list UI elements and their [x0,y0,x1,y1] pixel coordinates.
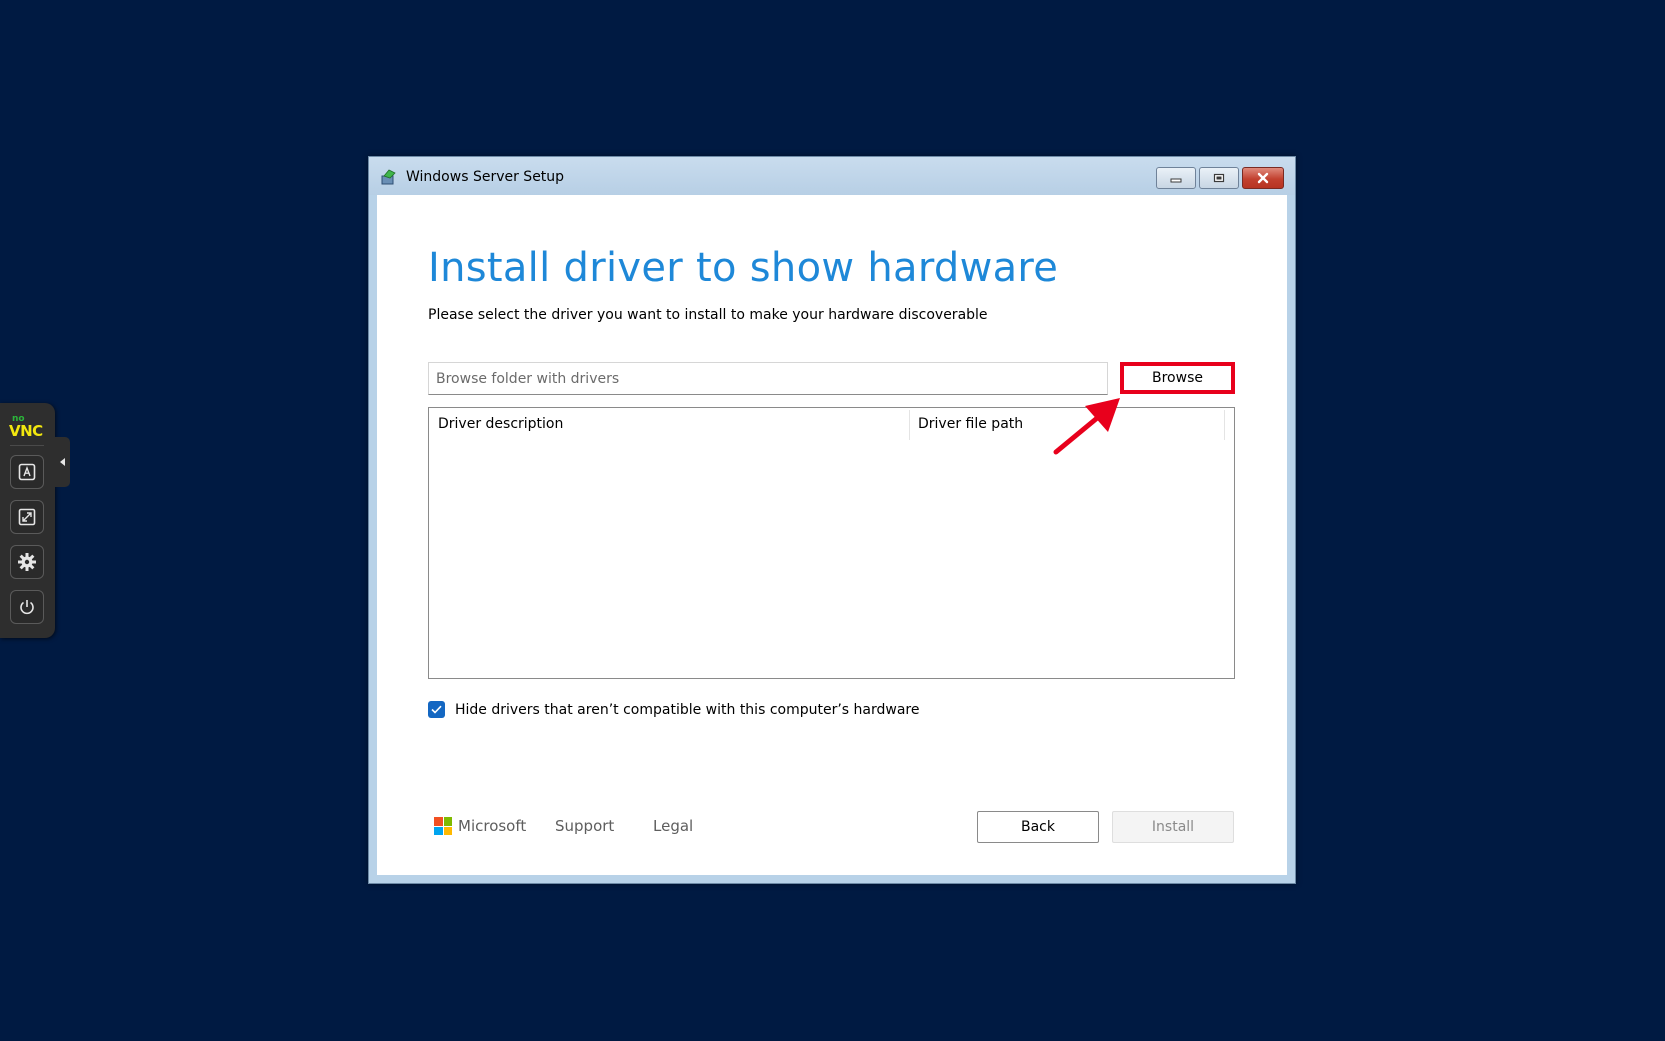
setup-content: Install driver to show hardware Please s… [377,195,1287,875]
keyboard-button[interactable] [10,455,44,489]
install-button[interactable]: Install [1112,811,1234,843]
setup-window: Windows Server Setup Install driver to s… [368,156,1296,884]
microsoft-text: Microsoft [458,817,527,835]
browse-button[interactable]: Browse [1120,362,1235,394]
column-divider[interactable] [1224,410,1225,440]
column-header-driver-description[interactable]: Driver description [438,408,908,440]
support-link[interactable]: Support [555,817,614,835]
microsoft-logo-icon [434,817,452,835]
close-icon [1257,172,1269,184]
minimize-button[interactable] [1156,167,1196,189]
window-title: Windows Server Setup [406,169,565,185]
maximize-button[interactable] [1199,167,1239,189]
minimize-icon [1170,178,1182,183]
page-subtitle: Please select the driver you want to ins… [428,307,988,323]
setup-app-icon [381,169,396,185]
fullscreen-icon [18,508,36,526]
hide-incompatible-label[interactable]: Hide drivers that aren’t compatible with… [455,702,919,718]
fullscreen-button[interactable] [10,500,44,534]
novnc-collapse-handle[interactable] [55,437,70,487]
annotation-arrow-icon [1053,398,1120,455]
microsoft-brand: Microsoft [434,817,526,835]
hide-incompatible-checkbox[interactable] [428,701,445,718]
hide-incompatible-option[interactable]: Hide drivers that aren’t compatible with… [428,701,919,718]
power-button[interactable] [10,590,44,624]
novnc-separator [10,445,44,446]
settings-icon [18,553,36,571]
novnc-control-bar: no VNC [0,403,55,638]
settings-button[interactable] [10,545,44,579]
caption-buttons [1156,167,1284,189]
novnc-logo-vnc: VNC [9,422,43,440]
power-icon [20,600,34,615]
close-button[interactable] [1242,167,1284,189]
maximize-icon [1213,173,1225,183]
legal-link[interactable]: Legal [653,817,693,835]
page-title: Install driver to show hardware [428,245,1059,291]
title-bar[interactable]: Windows Server Setup [369,157,1295,195]
checkmark-icon [431,705,442,714]
column-divider[interactable] [909,410,910,440]
chevron-left-icon [59,458,65,466]
keyboard-icon [18,463,36,481]
back-button[interactable]: Back [977,811,1099,843]
novnc-logo: no VNC [9,415,45,441]
driver-folder-input[interactable] [428,362,1108,395]
